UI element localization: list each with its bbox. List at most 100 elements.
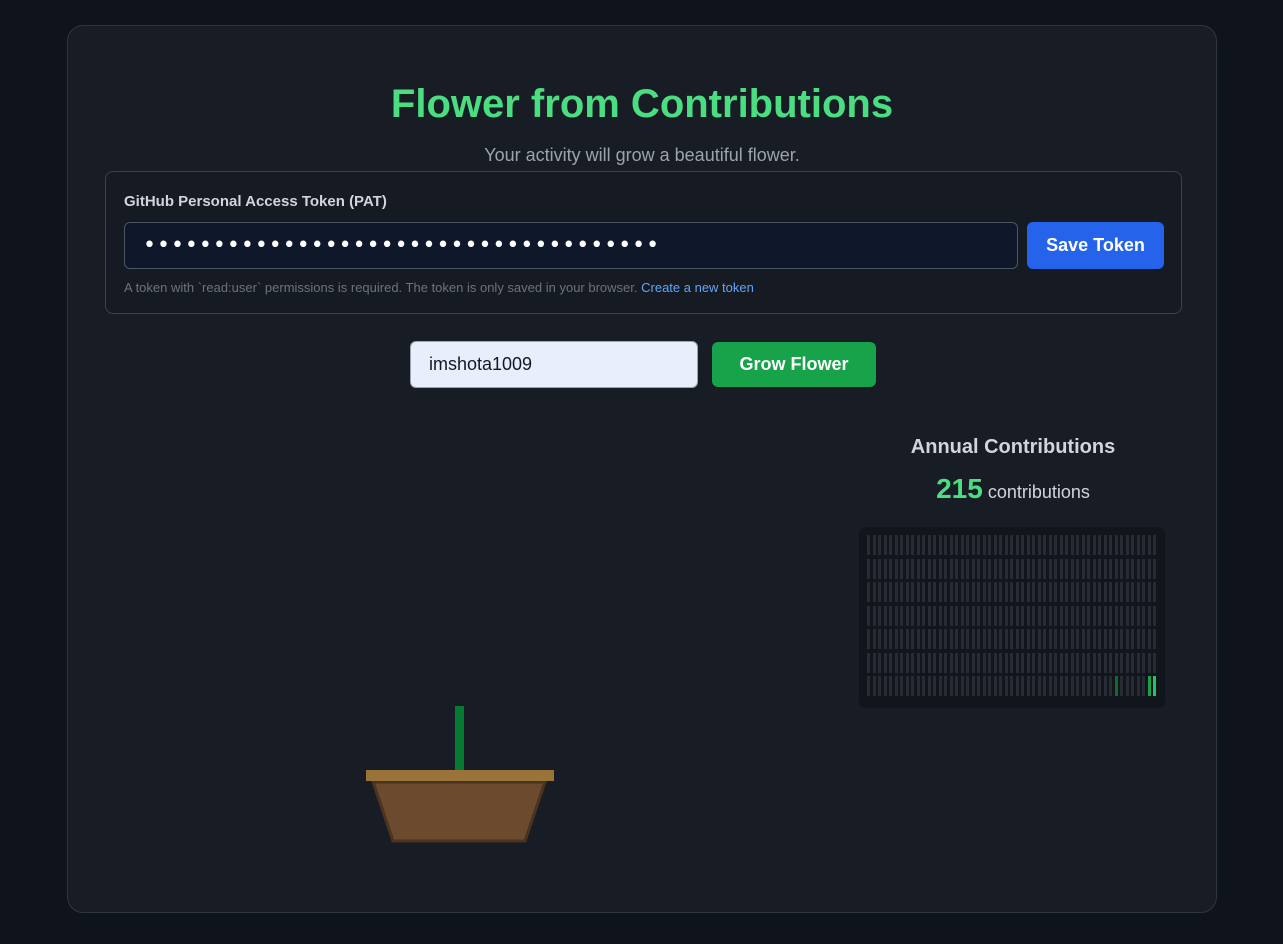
contribution-cell [966, 558, 969, 579]
contribution-cell [971, 629, 975, 649]
contribution-cell [867, 535, 870, 555]
contribution-cell [1153, 558, 1156, 579]
contribution-cell [905, 629, 909, 649]
contribution-cell [1092, 535, 1096, 555]
contribution-cell [938, 582, 942, 602]
contribution-cell [1125, 676, 1129, 696]
contribution-cell [1076, 535, 1079, 555]
contribution-cell [1048, 558, 1052, 579]
contribution-cell [889, 535, 892, 555]
contribution-cell [960, 629, 964, 649]
contribution-cell [960, 676, 964, 696]
contribution-cell [905, 676, 909, 696]
contribution-cell [1004, 629, 1008, 649]
contribution-cell [1021, 652, 1024, 673]
contribution-cell [988, 676, 991, 696]
contribution-cell [1131, 652, 1134, 673]
contribution-cell [1065, 676, 1068, 696]
contribution-cell [1048, 676, 1052, 696]
contribution-cell [1109, 676, 1112, 696]
contribution-cell [878, 652, 881, 673]
contribution-cell [1015, 582, 1019, 602]
contribution-cell [889, 605, 892, 626]
contribution-cell [988, 535, 991, 555]
contribution-cell [1142, 676, 1145, 696]
contribution-cell [938, 652, 942, 673]
contribution-cell [878, 535, 881, 555]
username-input[interactable]: imshota1009 [410, 341, 698, 388]
contribution-cell [1142, 629, 1145, 649]
contribution-cell [1004, 558, 1008, 579]
contribution-cell [894, 652, 898, 673]
contribution-cell [1054, 629, 1057, 649]
contribution-cell [1136, 605, 1140, 626]
contribution-cell [1131, 605, 1134, 626]
contribution-cell [872, 629, 876, 649]
save-token-button[interactable]: Save Token [1027, 222, 1164, 269]
contribution-cell [878, 605, 881, 626]
contribution-cell [949, 676, 953, 696]
contribution-cell [1037, 582, 1041, 602]
contribution-cell [911, 582, 914, 602]
contribution-cell [971, 652, 975, 673]
main-card: Flower from Contributions Your activity … [67, 25, 1217, 913]
token-input[interactable]: ••••••••••••••••••••••••••••••••••••• [124, 222, 1018, 269]
contribution-cell [889, 652, 892, 673]
page-subtitle: Your activity will grow a beautiful flow… [484, 145, 800, 165]
contribution-cell [1059, 652, 1063, 673]
contribution-cell [1070, 676, 1074, 696]
contribution-cell [1087, 535, 1090, 555]
contribution-cell [1037, 676, 1041, 696]
create-token-link[interactable]: Create a new token [641, 280, 754, 295]
contribution-cell [1021, 558, 1024, 579]
contribution-cell [872, 676, 876, 696]
contribution-cell [872, 605, 876, 626]
contribution-cell [944, 676, 947, 696]
contribution-cell [1131, 676, 1134, 696]
contribution-cell [1043, 558, 1046, 579]
contribution-cell [1131, 558, 1134, 579]
contribution-cell [922, 629, 925, 649]
contribution-cell [1081, 676, 1085, 696]
contribution-cell [900, 629, 903, 649]
pot-body [370, 780, 548, 843]
contribution-cell [1032, 535, 1035, 555]
contribution-cell [1114, 535, 1118, 555]
contribution-cell [1076, 605, 1079, 626]
contributions-count: 215 contributions [848, 473, 1178, 505]
contribution-cell [1059, 605, 1063, 626]
contribution-cell [1136, 558, 1140, 579]
contribution-cell [867, 629, 870, 649]
contribution-cell [1076, 676, 1079, 696]
contribution-cell [911, 652, 914, 673]
contribution-cell [1070, 629, 1074, 649]
contribution-cell [1103, 558, 1107, 579]
contribution-cell [977, 582, 980, 602]
contribution-cell [1087, 582, 1090, 602]
contribution-cell [883, 535, 887, 555]
contribution-cell [955, 558, 958, 579]
grow-flower-button[interactable]: Grow Flower [712, 342, 876, 387]
contribution-cell [988, 558, 991, 579]
contribution-cell [1004, 535, 1008, 555]
contribution-cell [1153, 652, 1156, 673]
contribution-cell [1021, 535, 1024, 555]
contribution-cell [1103, 629, 1107, 649]
contribution-cell [1059, 629, 1063, 649]
contribution-cell [1037, 535, 1041, 555]
contribution-cell [883, 582, 887, 602]
contributions-panel: Annual Contributions 215 contributions [848, 436, 1178, 505]
contribution-cell [1054, 582, 1057, 602]
contribution-cell [916, 629, 920, 649]
contribution-cell [1004, 676, 1008, 696]
contribution-cell [1004, 652, 1008, 673]
contribution-cell [977, 605, 980, 626]
contribution-cell [911, 558, 914, 579]
contribution-cell [1142, 652, 1145, 673]
contribution-cell [971, 558, 975, 579]
contribution-cell [966, 535, 969, 555]
contribution-cell [1065, 605, 1068, 626]
contribution-cell [889, 558, 892, 579]
contribution-cell [1070, 582, 1074, 602]
contribution-cell [999, 535, 1002, 555]
